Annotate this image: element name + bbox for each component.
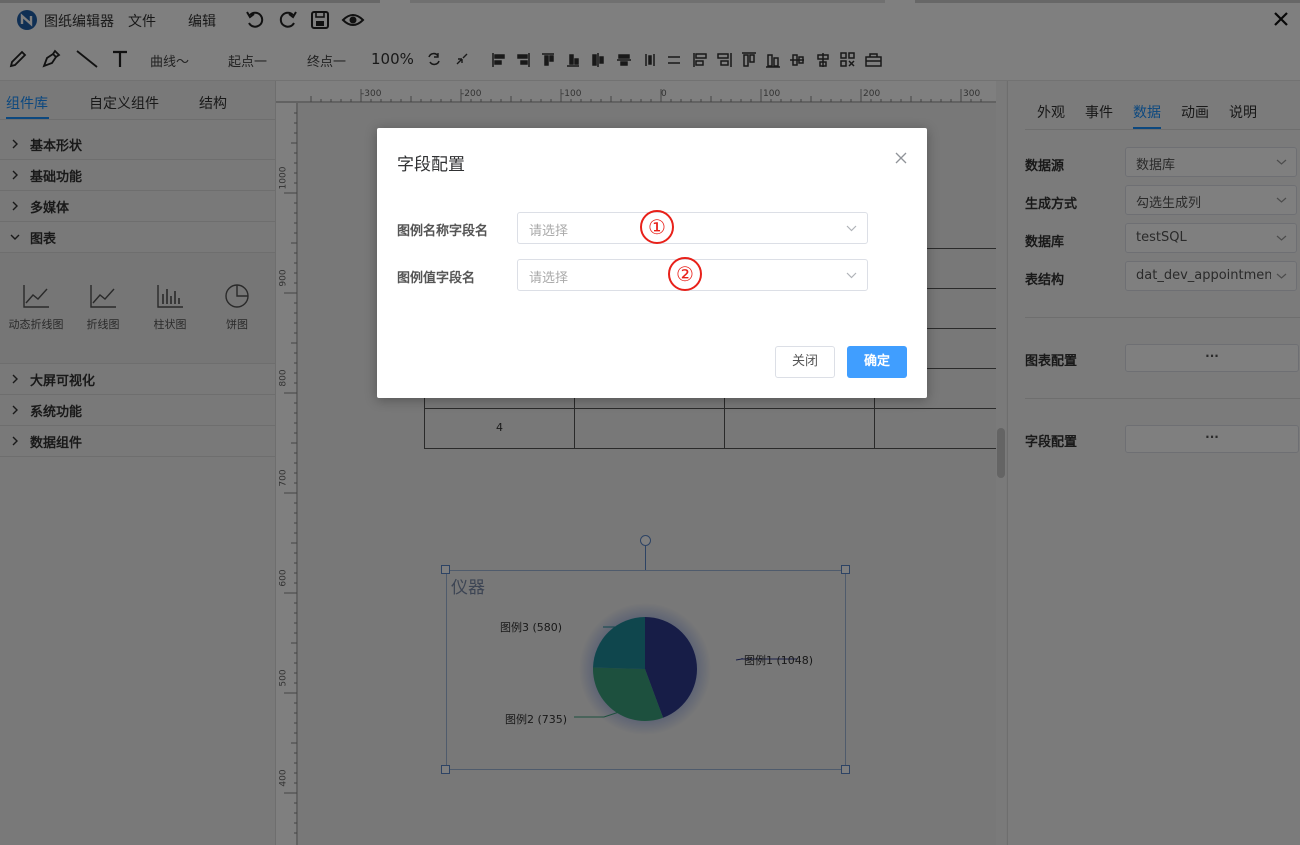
select-placeholder: 请选择 [529, 271, 569, 286]
close-icon[interactable] [895, 152, 907, 164]
field-config-dialog: 字段配置 图例名称字段名 请选择 ① 图例值字段名 请选择 ② 关闭 确定 [377, 128, 927, 398]
confirm-button[interactable]: 确定 [847, 346, 907, 378]
select-placeholder: 请选择 [529, 224, 569, 239]
annotation-badge-1: ① [640, 210, 674, 244]
close-button[interactable]: 关闭 [775, 346, 835, 378]
chevron-down-icon [846, 225, 857, 232]
modal-overlay[interactable] [0, 0, 1300, 845]
annotation-badge-2: ② [668, 257, 702, 291]
dialog-title: 字段配置 [397, 155, 465, 175]
legend-name-field-label: 图例名称字段名 [397, 224, 489, 239]
legend-name-field-select[interactable]: 请选择 [517, 212, 868, 244]
chevron-down-icon [846, 272, 857, 279]
legend-value-field-label: 图例值字段名 [397, 271, 476, 286]
